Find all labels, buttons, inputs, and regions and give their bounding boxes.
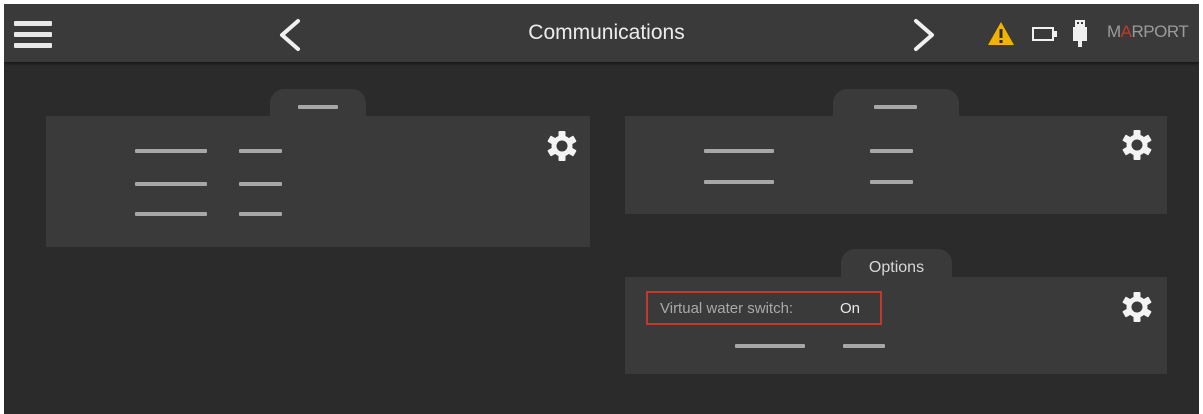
marport-logo: MARPORT [1107, 22, 1189, 41]
options-tab-label: Options [868, 259, 925, 276]
panel-1 [46, 116, 590, 247]
virtual-water-switch-value: On [840, 300, 861, 317]
options-value-placeholder [843, 344, 885, 348]
panel-2-value-placeholder [870, 180, 913, 184]
gear-icon[interactable] [1120, 290, 1154, 324]
panel-1-label-placeholder [135, 212, 207, 216]
panel-2-label-placeholder [704, 149, 774, 153]
gear-icon[interactable] [1120, 128, 1154, 162]
panel-1-title-placeholder [298, 105, 338, 109]
hamburger-menu-icon[interactable] [14, 21, 52, 49]
top-bar: Communications MARPORT [4, 4, 1199, 62]
options-label-placeholder [735, 344, 805, 348]
panel-2-label-placeholder [704, 180, 774, 184]
panel-1-label-placeholder [135, 149, 207, 153]
panel-1-value-placeholder [239, 149, 282, 153]
chevron-left-icon[interactable] [276, 18, 304, 52]
chevron-right-icon[interactable] [910, 18, 938, 52]
panel-2 [625, 116, 1167, 214]
virtual-water-switch-setting[interactable]: Virtual water switch: On [646, 291, 882, 325]
warning-icon[interactable] [987, 21, 1015, 46]
panel-2-title-placeholder [874, 105, 917, 109]
panel-1-value-placeholder [239, 212, 282, 216]
virtual-water-switch-label: Virtual water switch: [660, 300, 794, 317]
usb-icon[interactable] [1072, 19, 1088, 49]
app-window: Communications MARPORT Options Virtual w… [4, 4, 1199, 414]
page-title: Communications [528, 21, 685, 44]
panel-1-label-placeholder [135, 182, 207, 186]
panel-1-value-placeholder [239, 182, 282, 186]
panel-2-value-placeholder [870, 149, 913, 153]
battery-icon[interactable] [1032, 27, 1058, 41]
gear-icon[interactable] [545, 129, 579, 163]
